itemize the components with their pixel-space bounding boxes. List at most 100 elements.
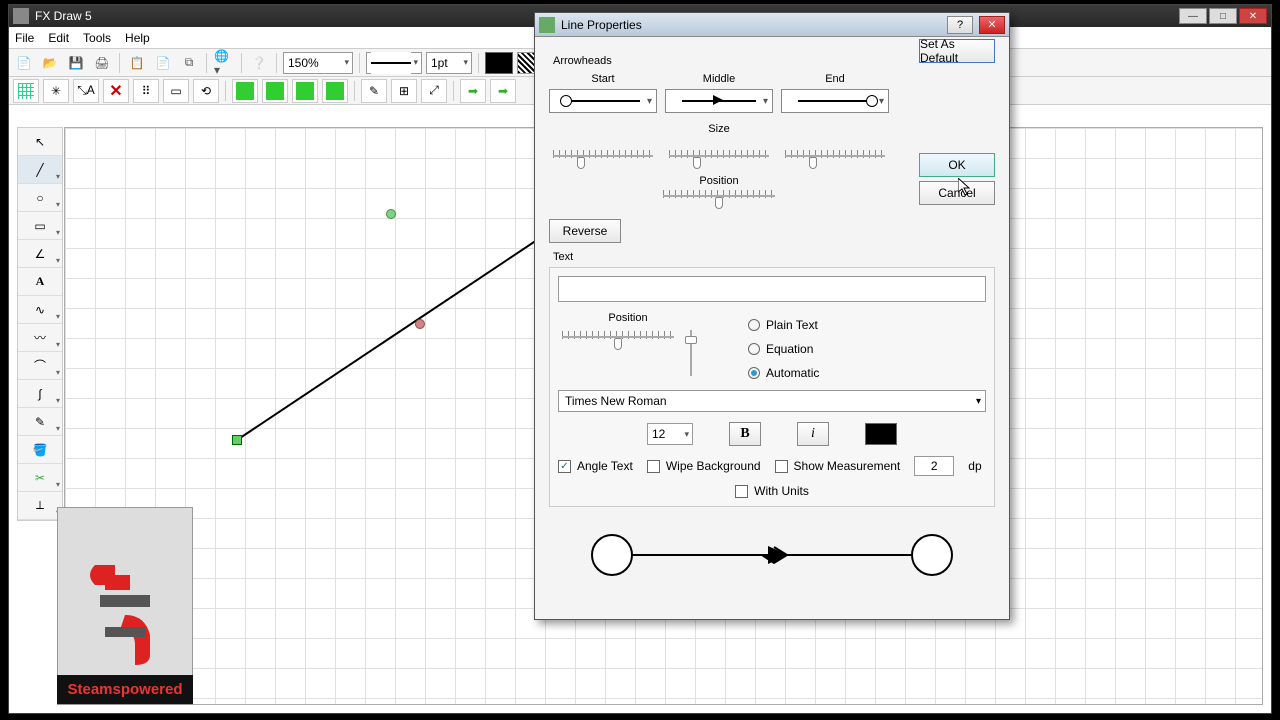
align2-icon[interactable] — [262, 79, 288, 103]
ok-button[interactable]: OK — [919, 153, 995, 177]
maximize-button[interactable]: □ — [1209, 8, 1237, 24]
tool-palette: ↖ ╱▾ ○▾ ▭▾ ∠▾ A ∿▾ 〰▾ ⌒▾ ∫▾ ✎▾ 🪣 ✂▾ ⟂▾ — [17, 127, 63, 521]
print-icon[interactable]: 🖨 — [91, 52, 113, 74]
text-color-swatch[interactable] — [865, 423, 897, 445]
resize-icon[interactable]: ⤢ — [421, 79, 447, 103]
line-tool-icon[interactable]: ╱▾ — [18, 156, 62, 184]
dialog-close-button[interactable]: ✕ — [979, 16, 1005, 34]
dots-icon[interactable]: ⠿ — [133, 79, 159, 103]
show-measurement-checkbox[interactable]: Show Measurement — [775, 459, 901, 473]
plain-text-radio[interactable]: Plain Text — [748, 318, 819, 332]
help-icon[interactable]: ❔ — [248, 52, 270, 74]
with-units-checkbox[interactable]: With Units — [735, 484, 809, 498]
export2-icon[interactable]: ➡ — [490, 79, 516, 103]
line-color-swatch[interactable] — [485, 52, 513, 74]
watermark-label: Steamspowered — [57, 675, 192, 704]
dp-input[interactable] — [914, 456, 954, 476]
text-position-slider[interactable] — [558, 328, 678, 346]
close-button[interactable]: ✕ — [1239, 8, 1267, 24]
pen-tool-icon[interactable]: ✎▾ — [18, 408, 62, 436]
point-size-select[interactable]: 1pt — [426, 52, 472, 74]
isogrid-icon[interactable]: ✳ — [43, 79, 69, 103]
line-properties-dialog: Line Properties ? ✕ Set As Default OK Ca… — [534, 12, 1010, 620]
angle-tool-icon[interactable]: ∠▾ — [18, 240, 62, 268]
bold-button[interactable]: B — [729, 422, 761, 446]
line-handle-start[interactable] — [232, 435, 242, 445]
start-arrowhead-select[interactable] — [549, 89, 657, 113]
dp-suffix: dp — [968, 459, 981, 473]
curve-tool-icon[interactable]: 〰▾ — [18, 324, 62, 352]
middle-size-slider[interactable] — [665, 147, 773, 165]
wipe-background-checkbox[interactable]: Wipe Background — [647, 459, 761, 473]
watermark-logo: Steamspowered — [57, 507, 193, 705]
pointer-tool-icon[interactable]: ↖ — [18, 128, 62, 156]
start-label: Start — [549, 73, 657, 85]
end-label: End — [781, 73, 889, 85]
end-arrowhead-select[interactable] — [781, 89, 889, 113]
middle-label: Middle — [665, 73, 773, 85]
text-position-label: Position — [558, 312, 698, 324]
line-handle-aux[interactable] — [386, 209, 396, 219]
line-handle-mid[interactable] — [415, 319, 425, 329]
open-icon[interactable]: 📂 — [39, 52, 61, 74]
delete-icon[interactable]: ✕ — [103, 79, 129, 103]
equation-radio[interactable]: Equation — [748, 342, 819, 356]
snap-icon[interactable]: ⤡A — [73, 79, 99, 103]
start-size-slider[interactable] — [549, 147, 657, 165]
align4-icon[interactable] — [322, 79, 348, 103]
cancel-button[interactable]: Cancel — [919, 181, 995, 205]
automatic-radio[interactable]: Automatic — [748, 366, 819, 380]
dialog-help-button[interactable]: ? — [947, 16, 973, 34]
compass-tool-icon[interactable]: ✂▾ — [18, 464, 62, 492]
link-icon[interactable]: ⟲ — [193, 79, 219, 103]
arc-tool-icon[interactable]: ⌒▾ — [18, 352, 62, 380]
menu-help[interactable]: Help — [125, 31, 150, 45]
app-title: FX Draw 5 — [35, 9, 92, 23]
position-label: Position — [549, 175, 889, 187]
polyline-tool-icon[interactable]: ∿▾ — [18, 296, 62, 324]
text-tool-icon[interactable]: A — [18, 268, 62, 296]
font-size-select[interactable]: 12 — [647, 423, 693, 445]
globe-icon[interactable]: 🌐▾ — [213, 52, 235, 74]
text-section-label: Text — [553, 251, 995, 263]
spline-tool-icon[interactable]: ∫▾ — [18, 380, 62, 408]
save-icon[interactable]: 💾 — [65, 52, 87, 74]
highlight-icon[interactable]: ✎ — [361, 79, 387, 103]
font-select[interactable]: Times New Roman — [558, 390, 986, 412]
end-size-slider[interactable] — [781, 147, 889, 165]
dialog-titlebar: Line Properties ? ✕ — [535, 13, 1009, 37]
duplicate-icon[interactable]: ⧉ — [178, 52, 200, 74]
line-text-input[interactable] — [558, 276, 986, 302]
line-weight-select[interactable] — [366, 52, 422, 74]
dialog-title: Line Properties — [561, 18, 642, 32]
rect-tool-icon[interactable]: ▭▾ — [18, 212, 62, 240]
export1-icon[interactable]: ➡ — [460, 79, 486, 103]
circle-tool-icon[interactable]: ○▾ — [18, 184, 62, 212]
minimize-button[interactable]: — — [1179, 8, 1207, 24]
select-rect-icon[interactable]: ▭ — [163, 79, 189, 103]
menu-file[interactable]: File — [15, 31, 34, 45]
grid-toggle-icon[interactable] — [13, 79, 39, 103]
zoom-select[interactable]: 150% — [283, 52, 353, 74]
text-offset-slider[interactable] — [684, 328, 698, 378]
angle-text-checkbox[interactable]: ✓Angle Text — [558, 459, 633, 473]
align1-icon[interactable] — [232, 79, 258, 103]
reverse-button[interactable]: Reverse — [549, 219, 621, 243]
paste-icon[interactable]: 📄 — [152, 52, 174, 74]
dialog-icon — [539, 17, 555, 33]
line-preview — [549, 525, 995, 585]
size-label: Size — [549, 123, 889, 135]
middle-arrowhead-select[interactable] — [665, 89, 773, 113]
set-default-button[interactable]: Set As Default — [919, 39, 995, 63]
italic-button[interactable]: i — [797, 422, 829, 446]
group-icon[interactable]: ⊞ — [391, 79, 417, 103]
menu-tools[interactable]: Tools — [83, 31, 111, 45]
fill-tool-icon[interactable]: 🪣 — [18, 436, 62, 464]
app-icon — [13, 8, 29, 24]
middle-position-slider[interactable] — [659, 187, 779, 205]
new-icon[interactable]: 📄 — [13, 52, 35, 74]
copy-icon[interactable]: 📋 — [126, 52, 148, 74]
align3-icon[interactable] — [292, 79, 318, 103]
menu-edit[interactable]: Edit — [48, 31, 69, 45]
measure-tool-icon[interactable]: ⟂▾ — [18, 492, 62, 520]
